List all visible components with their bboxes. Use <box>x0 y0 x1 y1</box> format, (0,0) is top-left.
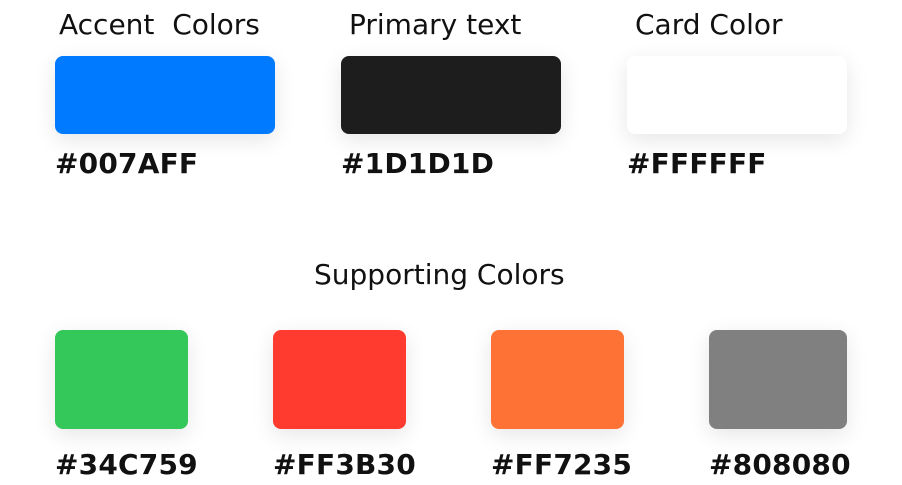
primary-text-swatch <box>341 56 561 134</box>
accent-colors-title: Accent Colors <box>59 8 260 41</box>
card-color-swatch <box>627 56 847 134</box>
supporting-swatch-gray <box>709 330 847 429</box>
accent-color-swatch <box>55 56 275 134</box>
supporting-swatch-orange <box>491 330 624 429</box>
supporting-swatch-red <box>273 330 406 429</box>
card-color-hex: #FFFFFF <box>627 147 767 180</box>
primary-text-title: Primary text <box>349 8 522 41</box>
primary-text-hex: #1D1D1D <box>341 147 495 180</box>
supporting-hex-red: #FF3B30 <box>273 448 416 481</box>
accent-color-hex: #007AFF <box>55 147 199 180</box>
supporting-hex-gray: #808080 <box>709 448 851 481</box>
supporting-swatch-green <box>55 330 188 429</box>
supporting-hex-orange: #FF7235 <box>491 448 633 481</box>
card-color-title: Card Color <box>635 8 783 41</box>
supporting-hex-green: #34C759 <box>55 448 198 481</box>
supporting-colors-title: Supporting Colors <box>314 258 565 291</box>
